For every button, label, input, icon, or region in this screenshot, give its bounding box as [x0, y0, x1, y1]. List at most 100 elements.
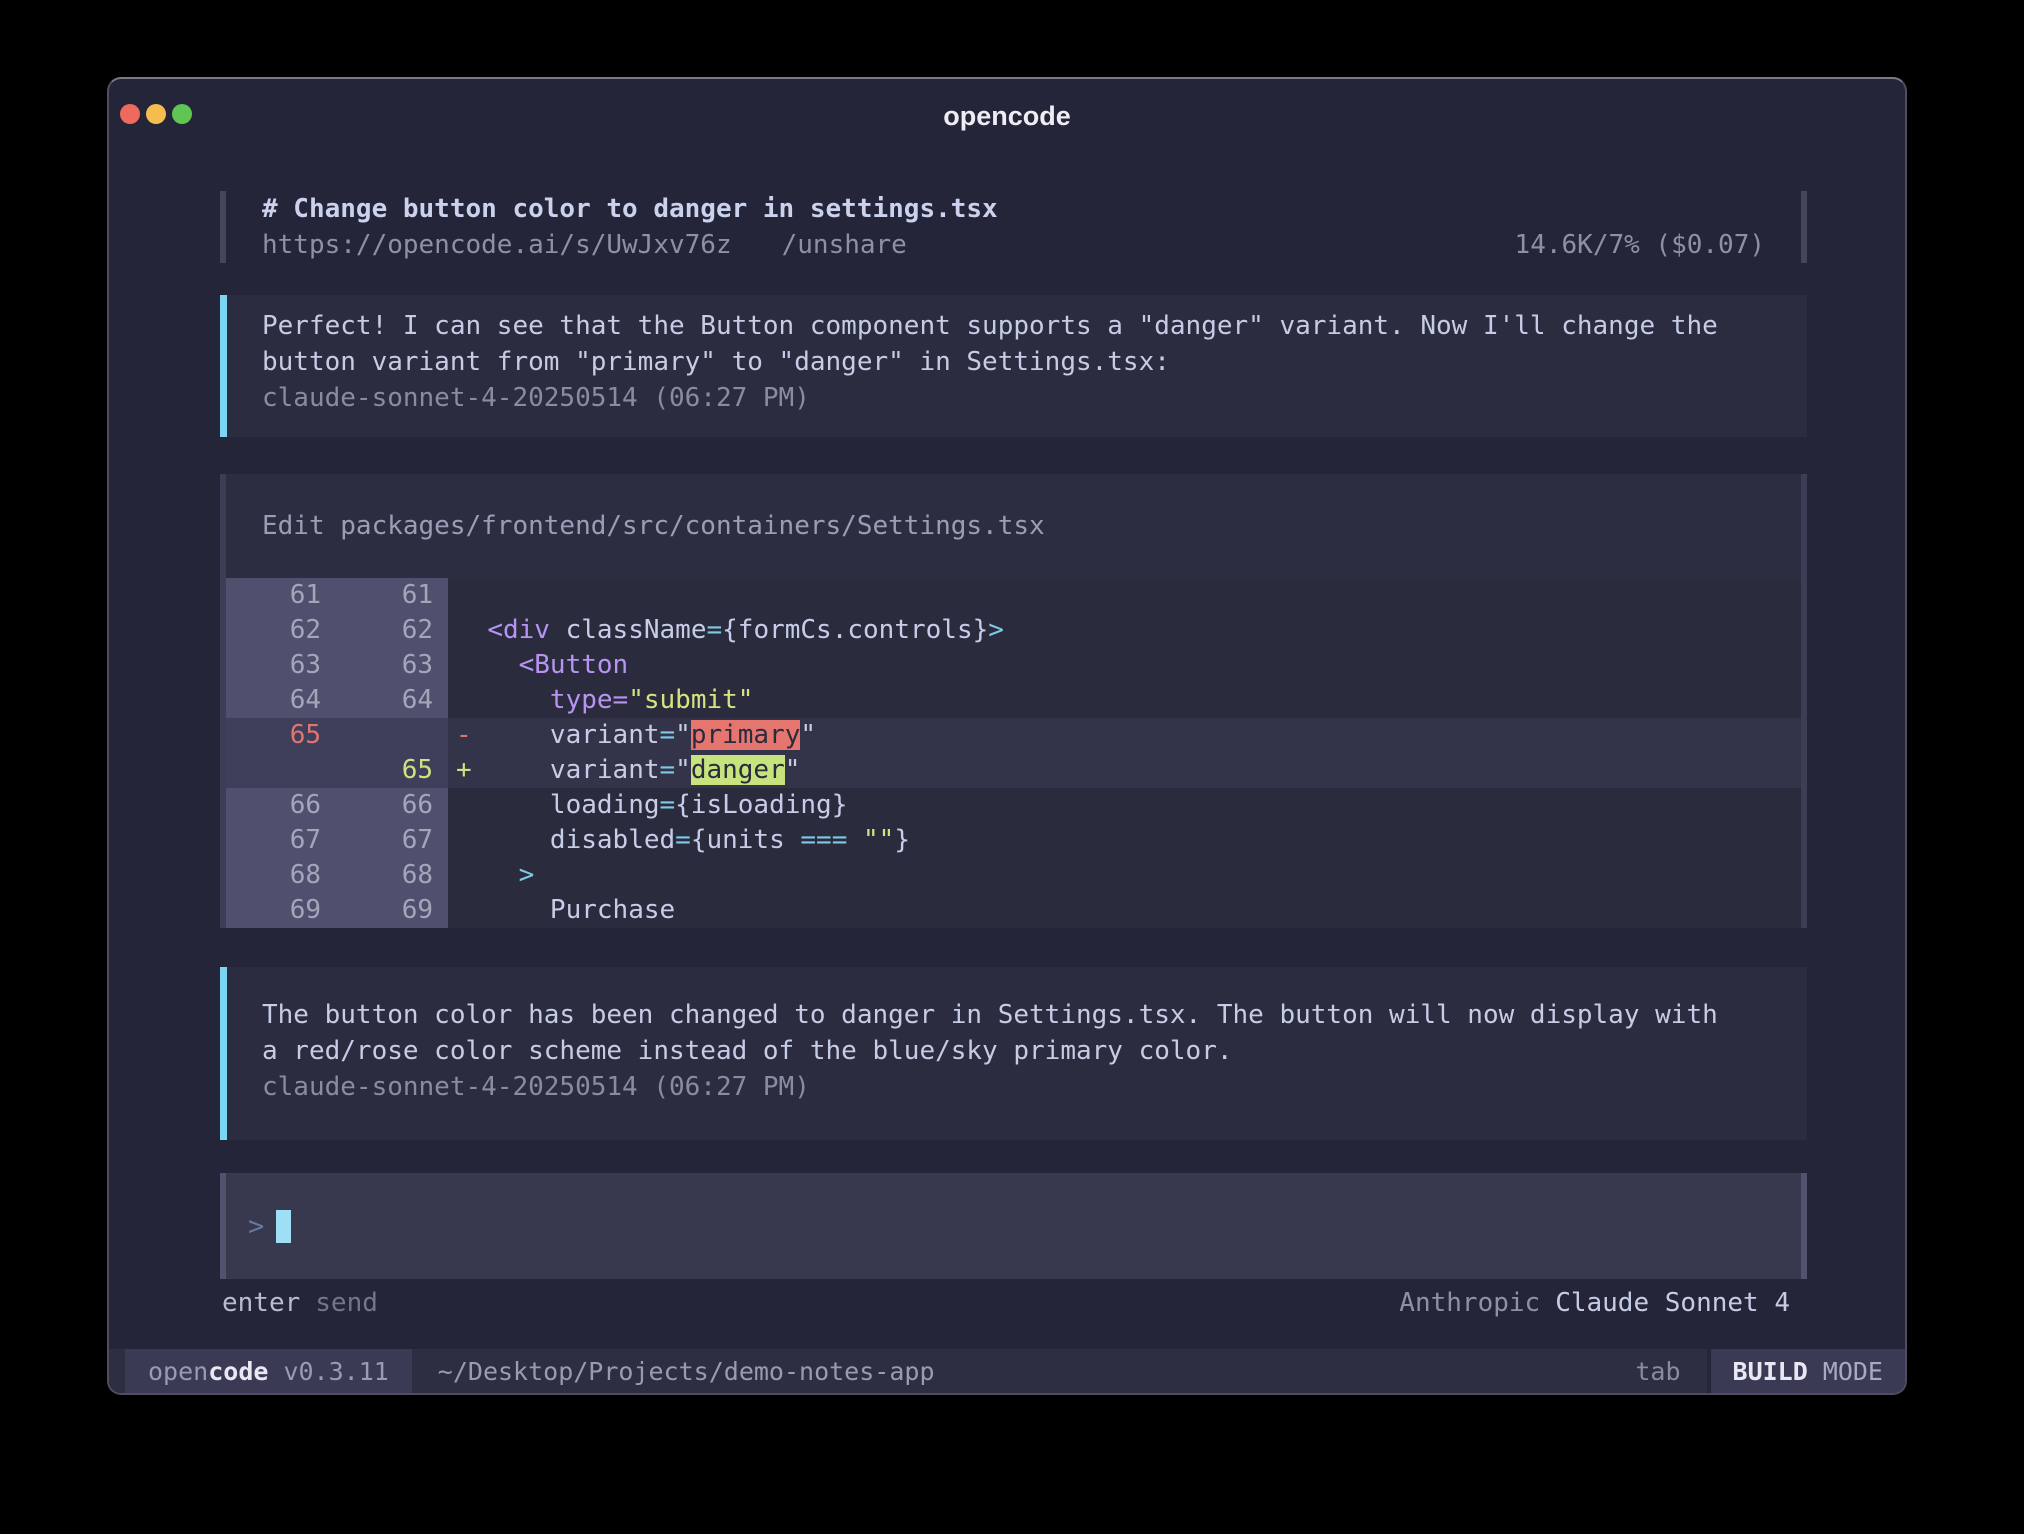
line-number-old: 63: [226, 648, 321, 683]
mode-chip[interactable]: BUILD MODE: [1711, 1349, 1905, 1393]
model-label[interactable]: Claude Sonnet 4: [1555, 1288, 1790, 1318]
line-number-new: 68: [321, 858, 433, 893]
diff-code-line: disabled={units === ""}: [448, 823, 1801, 858]
working-directory: ~/Desktop/Projects/demo-notes-app: [438, 1357, 935, 1386]
provider-label: Anthropic: [1399, 1288, 1540, 1318]
line-number-new: 62: [321, 613, 433, 648]
code-token: disabled: [550, 825, 675, 855]
message-text-line: button variant from "primary" to "danger…: [262, 344, 1807, 380]
diff-gutter: 6161: [226, 578, 448, 613]
code-token: {isLoading}: [675, 790, 847, 820]
brand-open: open: [148, 1357, 208, 1386]
code-token: =: [660, 790, 676, 820]
diff-code-line: <Button: [448, 648, 1801, 683]
code-token: [456, 685, 550, 715]
share-url[interactable]: https://opencode.ai/s/UwJxv76z: [262, 230, 732, 260]
edit-tool-block: Edit packages/frontend/src/containers/Se…: [220, 474, 1807, 928]
message-meta: claude-sonnet-4-20250514 (06:27 PM): [262, 1069, 1807, 1105]
diff-gutter: 65: [226, 718, 448, 753]
enter-key-hint: enter: [222, 1288, 300, 1318]
session-title: # Change button color to danger in setti…: [262, 191, 1801, 227]
code-token: ": [675, 755, 691, 785]
diff-code-line: >: [448, 858, 1801, 893]
diff-gutter: 65: [226, 753, 448, 788]
code-token: Purchase: [550, 895, 675, 925]
line-number-old: [226, 753, 321, 788]
line-number-old: 64: [226, 683, 321, 718]
diff-gutter: 6363: [226, 648, 448, 683]
code-token: [456, 825, 550, 855]
code-token: variant: [472, 755, 660, 785]
line-number-new: 64: [321, 683, 433, 718]
line-number-new: 66: [321, 788, 433, 823]
code-token: [456, 615, 487, 645]
line-number-new: [321, 718, 433, 753]
line-number-old: 66: [226, 788, 321, 823]
code-token: =: [660, 755, 676, 785]
message-text-line: The button color has been changed to dan…: [262, 997, 1807, 1033]
line-number-new: 63: [321, 648, 433, 683]
mode-name: BUILD: [1733, 1357, 1808, 1386]
code-token: "": [863, 825, 894, 855]
code-token: <div: [487, 615, 550, 645]
diff-row: 6464 type="submit": [226, 683, 1801, 718]
unshare-command[interactable]: /unshare: [782, 230, 907, 260]
diff-code-line: [448, 578, 1801, 613]
prompt-symbol: >: [248, 1211, 264, 1242]
line-number-old: 62: [226, 613, 321, 648]
line-number-new: 65: [321, 753, 433, 788]
diff-row: 65- variant="primary": [226, 718, 1801, 753]
diff-row: 65+ variant="danger": [226, 753, 1801, 788]
code-token: type=: [550, 685, 628, 715]
diff-row: 6868 >: [226, 858, 1801, 893]
code-token: [847, 825, 863, 855]
line-number-new: 69: [321, 893, 433, 928]
diff-code-line: - variant="primary": [448, 718, 1801, 753]
assistant-message: The button color has been changed to dan…: [220, 967, 1807, 1140]
diff-code-line: <div className={formCs.controls}>: [448, 613, 1801, 648]
line-number-old: 68: [226, 858, 321, 893]
code-token: =: [660, 720, 676, 750]
code-token: {units: [691, 825, 801, 855]
line-number-new: 61: [321, 578, 433, 613]
session-header: # Change button color to danger in setti…: [220, 191, 1807, 263]
diff-row: 6262 <div className={formCs.controls}>: [226, 613, 1801, 648]
diff-row: 6767 disabled={units === ""}: [226, 823, 1801, 858]
message-meta: claude-sonnet-4-20250514 (06:27 PM): [262, 380, 1807, 416]
line-number-old: 65: [226, 718, 321, 753]
diff-gutter: 6666: [226, 788, 448, 823]
diff-gutter: 6969: [226, 893, 448, 928]
app-version: v0.3.11: [283, 1357, 388, 1386]
message-text-line: Perfect! I can see that the Button compo…: [262, 308, 1807, 344]
code-token: primary: [691, 720, 801, 750]
diff-gutter: 6262: [226, 613, 448, 648]
chat-input[interactable]: >: [220, 1173, 1807, 1279]
code-token: ": [800, 720, 816, 750]
diff-rows: 61616262 <div className={formCs.controls…: [226, 578, 1801, 928]
line-number-old: 69: [226, 893, 321, 928]
diff-row: 6161: [226, 578, 1801, 613]
opencode-window: opencode # Change button color to danger…: [107, 77, 1907, 1395]
code-token: {formCs.controls}: [722, 615, 988, 645]
code-token: ": [675, 720, 691, 750]
line-number-old: 61: [226, 578, 321, 613]
line-number-new: 67: [321, 823, 433, 858]
code-token: danger: [691, 755, 785, 785]
app-version-chip: opencodev0.3.11: [125, 1349, 412, 1393]
code-token: -: [456, 720, 472, 750]
code-token: ": [785, 755, 801, 785]
send-action-hint: send: [315, 1288, 378, 1318]
hint-row: enter send Anthropic Claude Sonnet 4: [220, 1285, 1807, 1321]
diff-gutter: 6767: [226, 823, 448, 858]
diff-row: 6969 Purchase: [226, 893, 1801, 928]
code-token: [456, 650, 519, 680]
code-token: ===: [800, 825, 847, 855]
code-token: className: [550, 615, 707, 645]
code-token: variant: [472, 720, 660, 750]
tab-key-hint[interactable]: tab: [1635, 1357, 1680, 1386]
code-token: <Button: [519, 650, 629, 680]
code-token: }: [894, 825, 910, 855]
diff-code-line: type="submit": [448, 683, 1801, 718]
mode-suffix: MODE: [1823, 1357, 1883, 1386]
diff-row: 6363 <Button: [226, 648, 1801, 683]
